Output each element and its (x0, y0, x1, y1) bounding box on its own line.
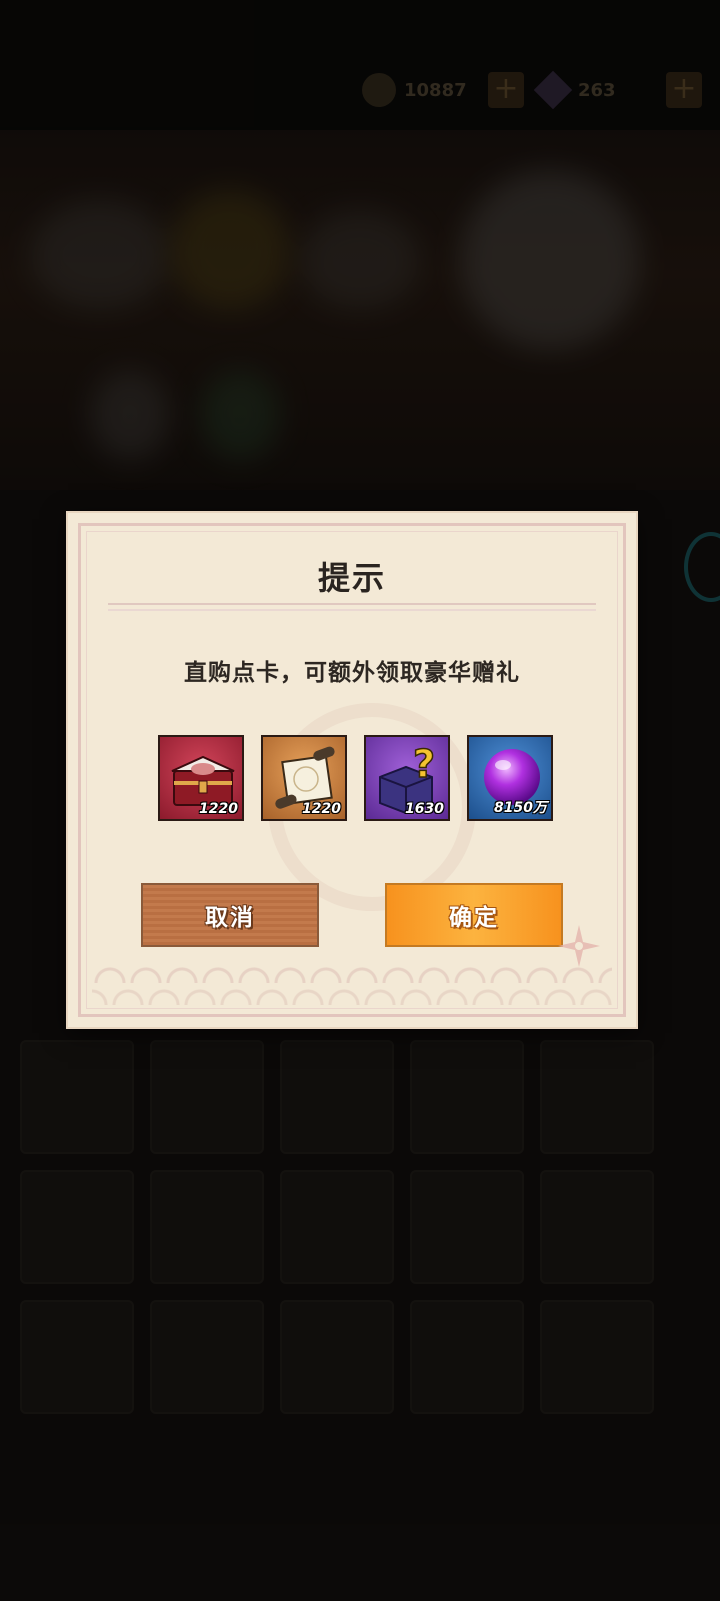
reward-item[interactable]: 8150万 (467, 735, 553, 821)
confirm-button[interactable]: 确定 (385, 883, 563, 947)
item-count: 1630 (405, 801, 444, 817)
item-count: 1220 (302, 801, 341, 817)
tip-dialog: 提示 直购点卡，可额外领取豪华赠礼 1220 1220 ? 1630 8150万… (68, 513, 636, 1027)
item-count: 1220 (199, 801, 238, 817)
item-count: 8150万 (494, 800, 547, 816)
svg-text:?: ? (413, 742, 435, 786)
reward-items: 1220 1220 ? 1630 8150万 (158, 735, 558, 827)
reward-item[interactable]: ? 1630 (364, 735, 450, 821)
title-divider (108, 603, 596, 611)
dialog-message: 直购点卡，可额外领取豪华赠礼 (184, 660, 520, 686)
cancel-button[interactable]: 取消 (141, 883, 319, 947)
shuriken-icon (558, 925, 600, 967)
reward-item[interactable]: 1220 (158, 735, 244, 821)
dialog-title: 提示 (317, 559, 386, 597)
reward-item[interactable]: 1220 (261, 735, 347, 821)
wave-pattern (92, 961, 612, 1005)
